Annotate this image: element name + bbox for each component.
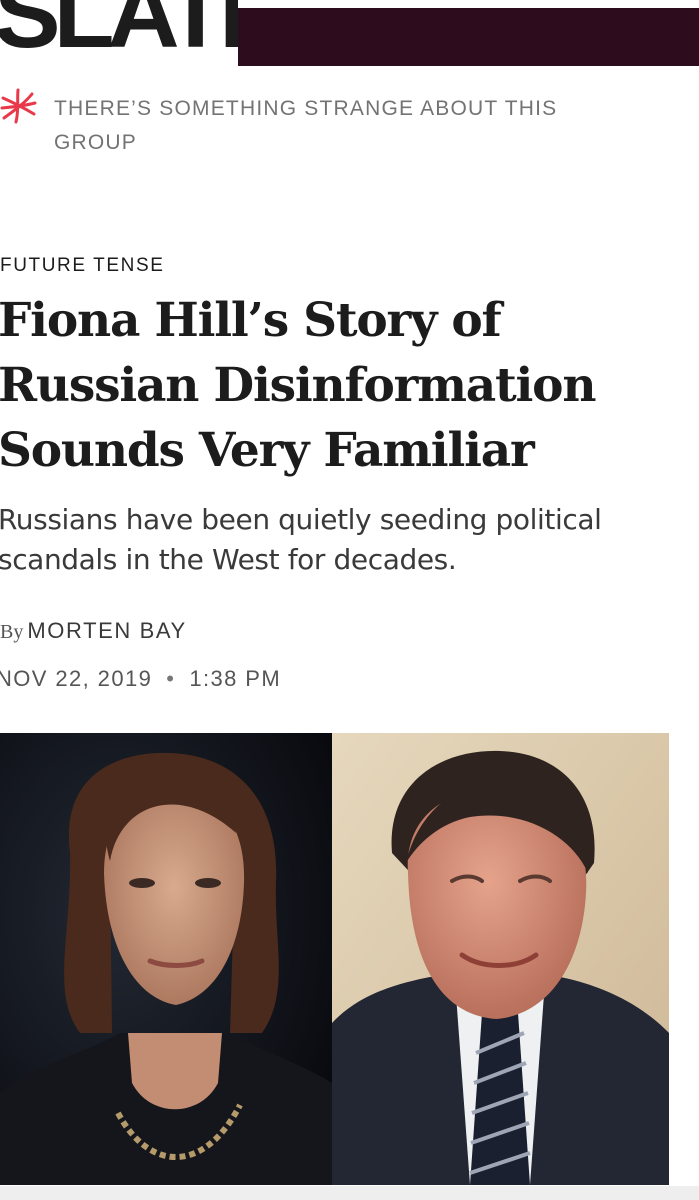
- section-kicker[interactable]: Future Tense: [0, 255, 165, 277]
- asterisk-icon: [0, 88, 37, 124]
- promo-text[interactable]: There’s something strange about this gro…: [54, 92, 634, 160]
- article-headline: Fiona Hill’s Story of Russian Disinforma…: [0, 293, 596, 478]
- man-portrait: [332, 733, 669, 1185]
- byline: By Morten Bay: [0, 618, 187, 644]
- bottom-divider: [0, 1186, 699, 1200]
- slate-logo[interactable]: SLATE: [0, 0, 238, 66]
- publish-time: 1:38 PM: [189, 666, 282, 691]
- woman-portrait: [0, 733, 332, 1185]
- article-dek: Russians have been quietly seeding polit…: [0, 503, 602, 576]
- dateline: NOV 22, 2019 • 1:38 PM: [0, 666, 281, 692]
- logo-text: SLATE: [0, 0, 238, 66]
- publish-date: NOV 22, 2019: [0, 666, 153, 691]
- promo-link[interactable]: There’s something strange about this gro…: [0, 82, 699, 162]
- byline-prefix: By: [0, 621, 24, 643]
- author-link[interactable]: Morten Bay: [27, 618, 186, 643]
- article-hero-image: [0, 733, 669, 1185]
- date-separator: •: [166, 666, 176, 691]
